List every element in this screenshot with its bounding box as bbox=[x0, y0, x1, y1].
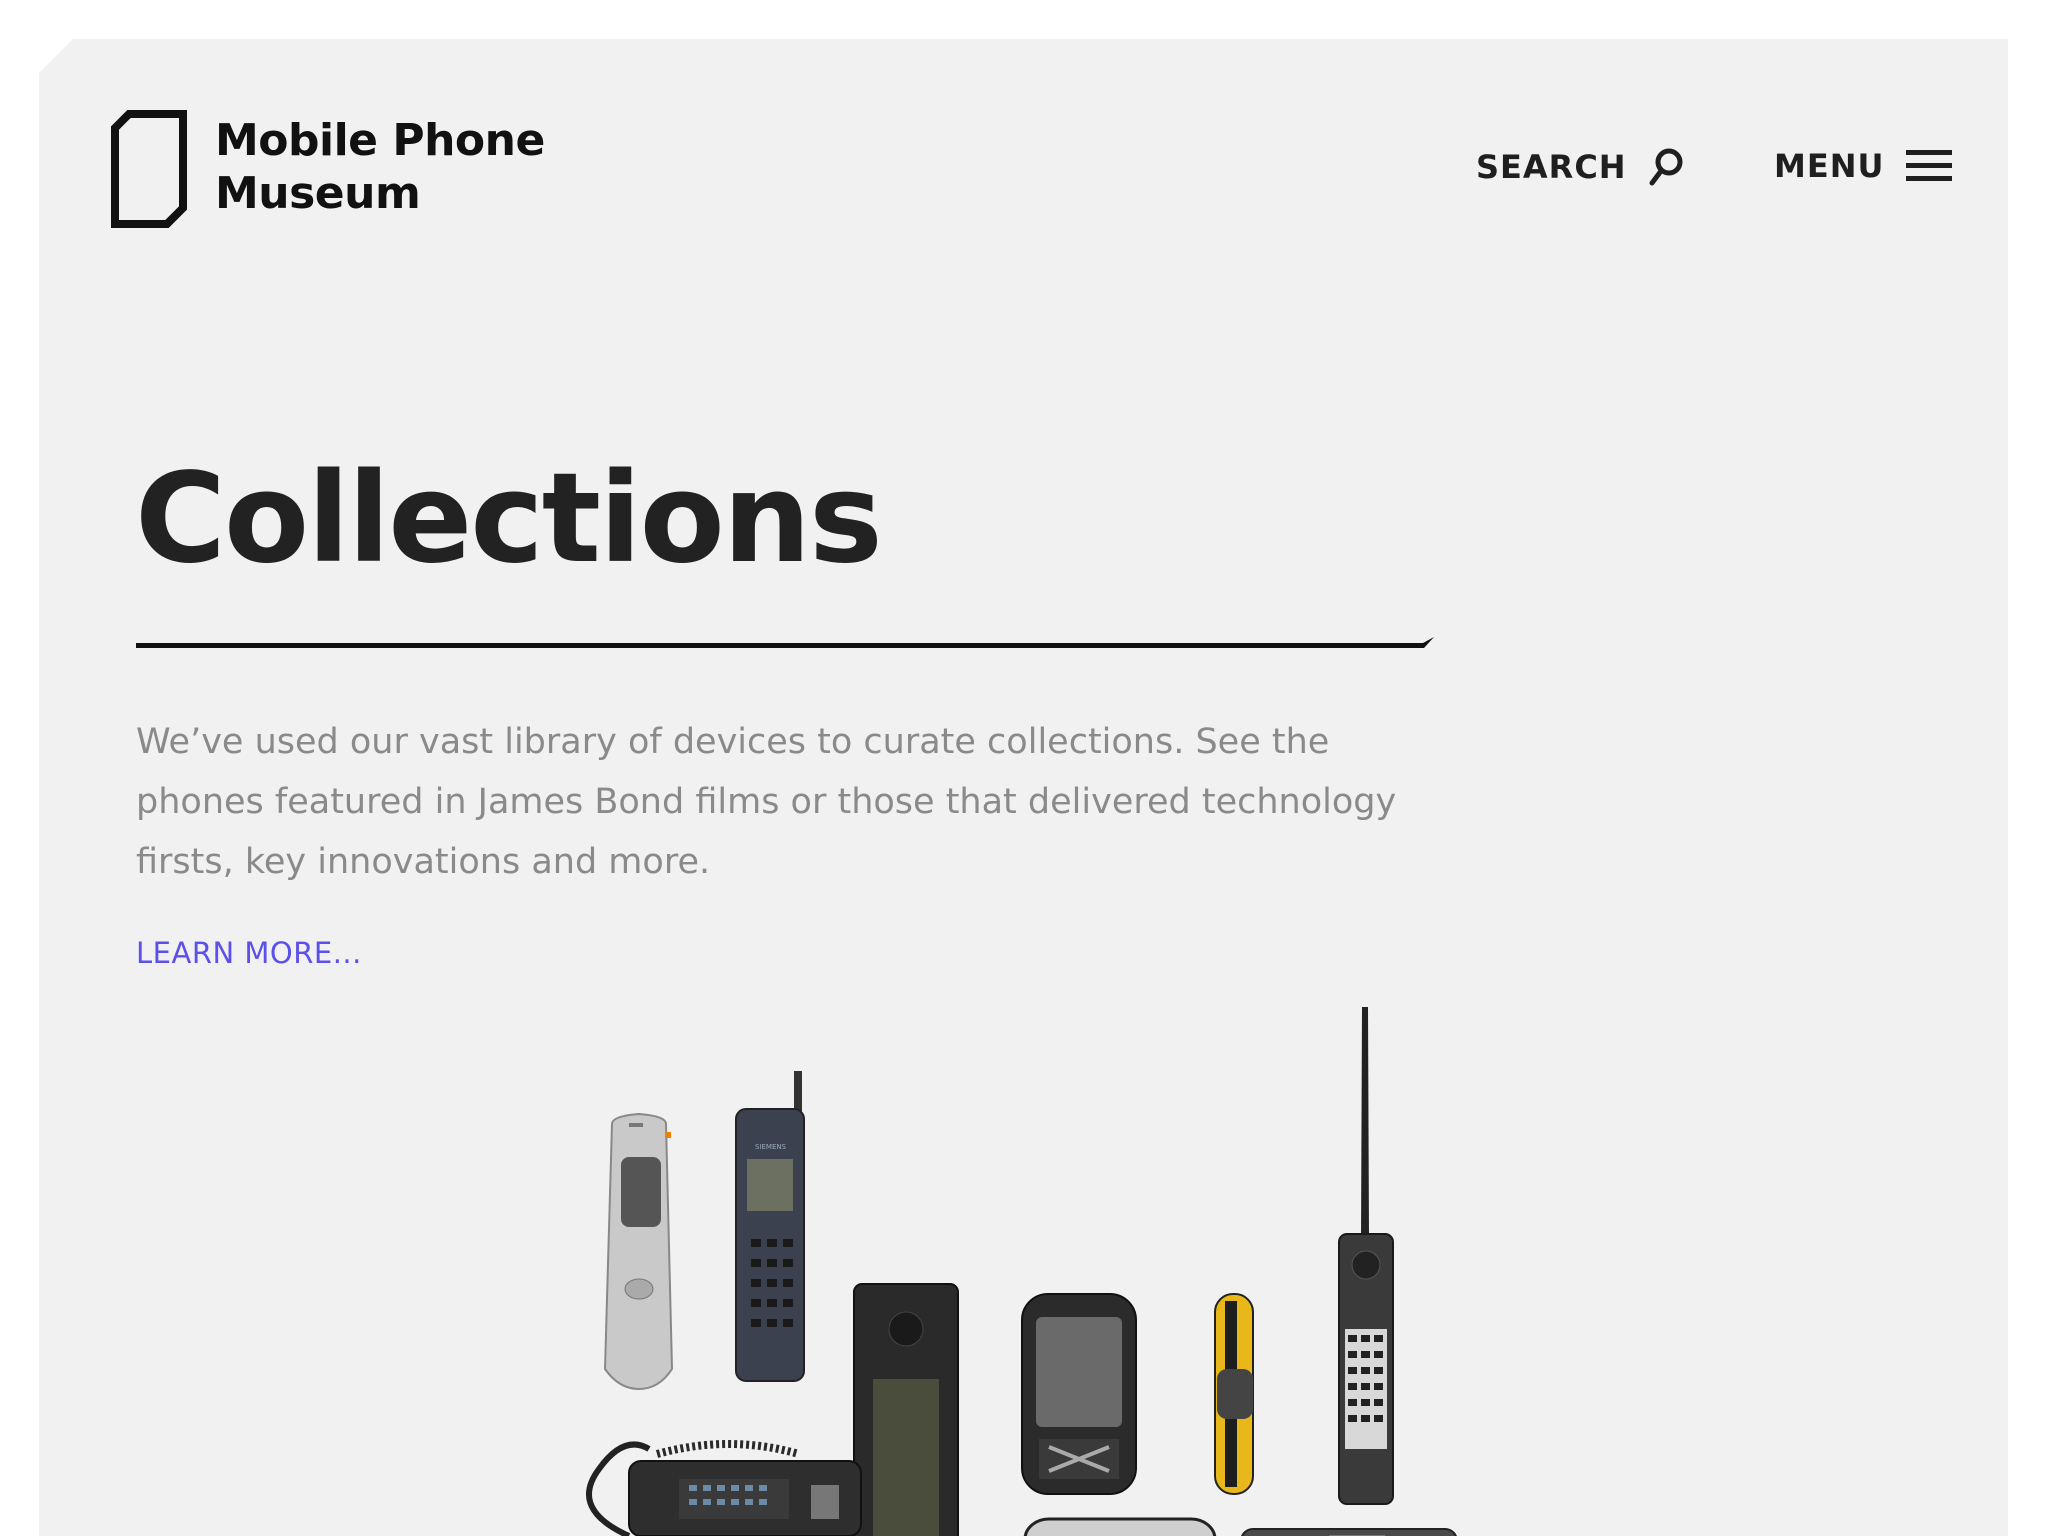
phones-collection-image: SIEMENS bbox=[586, 1007, 1458, 1536]
keypad-phone bbox=[1240, 1528, 1458, 1536]
yellow-bracelet-phone bbox=[1214, 1293, 1254, 1495]
siemens-phone: SIEMENS bbox=[735, 1071, 805, 1382]
iphone bbox=[1023, 1517, 1217, 1536]
car-phone bbox=[586, 1440, 862, 1536]
motorola-brick-phone bbox=[1338, 1007, 1394, 1505]
siemens-label: SIEMENS bbox=[755, 1143, 787, 1151]
silver-flip-phone bbox=[603, 1112, 674, 1391]
pda-phone bbox=[1021, 1293, 1137, 1495]
ibm-simon-phone bbox=[853, 1283, 959, 1536]
page-panel: Mobile Phone Museum SEARCH MENU Collecti… bbox=[39, 39, 2008, 1536]
